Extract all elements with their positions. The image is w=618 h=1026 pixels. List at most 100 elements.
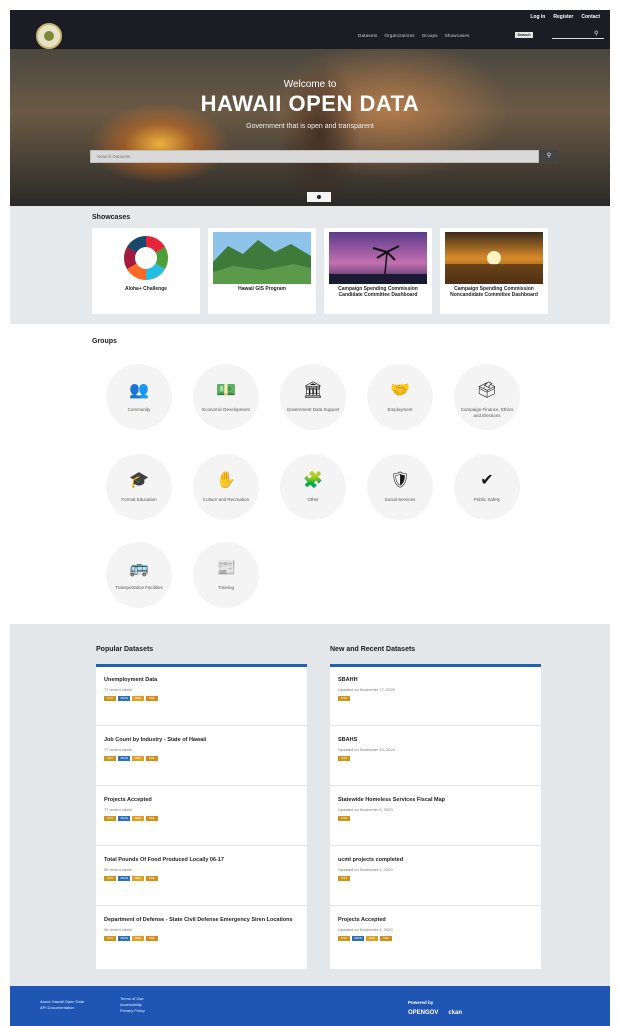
group-community[interactable]: 👥 Community <box>106 364 172 430</box>
format-badge[interactable]: JSON <box>118 876 130 881</box>
dataset-title[interactable]: Job Count by Industry - State of Hawaii <box>104 737 300 744</box>
dataset-item[interactable]: Total Pounds Of Food Produced Locally 06… <box>104 857 300 881</box>
group-campaign-finance[interactable]: 🗳 Campaign Finance, Ethics and Elections <box>454 364 520 430</box>
format-badge[interactable]: CSV <box>104 816 116 821</box>
nav-search-button[interactable]: Search <box>515 32 533 38</box>
format-badge[interactable]: RDF <box>366 936 378 941</box>
aloha-challenge-image <box>97 232 195 284</box>
dataset-item[interactable]: Statewide Homeless Services Fiscal Map U… <box>338 797 534 821</box>
ckan-logo[interactable]: ckan <box>448 1010 462 1016</box>
group-other[interactable]: 🧩 Other <box>280 454 346 520</box>
campaign-noncandidate-image <box>445 232 543 284</box>
showcase-card[interactable]: Campaign Spending Commission Noncandidat… <box>440 228 548 314</box>
divider <box>96 845 307 846</box>
format-badge[interactable]: RDF <box>132 816 144 821</box>
format-badge[interactable]: CSV <box>338 696 350 701</box>
dataset-item[interactable]: Projects Accepted 77 recent views CSV JS… <box>104 797 300 821</box>
dataset-title[interactable]: Projects Accepted <box>338 917 534 924</box>
dataset-title[interactable]: SBAHS <box>338 737 534 744</box>
dataset-title[interactable]: Total Pounds Of Food Produced Locally 06… <box>104 857 300 864</box>
dataset-title[interactable]: Statewide Homeless Services Fiscal Map <box>338 797 534 804</box>
dataset-title[interactable]: SBAHH <box>338 677 534 684</box>
footer-link[interactable]: API Documentation <box>40 1005 84 1011</box>
hero-subtitle: Government that is open and transparent <box>246 123 374 130</box>
format-badge[interactable]: XML <box>380 936 392 941</box>
format-badge[interactable]: XML <box>146 936 158 941</box>
footer-links-about: About Hawaii Open Data API Documentation <box>40 999 84 1011</box>
dataset-title[interactable]: Projects Accepted <box>104 797 300 804</box>
dataset-item[interactable]: Job Count by Industry - State of Hawaii … <box>104 737 300 761</box>
register-link[interactable]: Register <box>553 14 573 20</box>
contact-link[interactable]: Contact <box>581 14 600 20</box>
showcase-label: Aloha+ Challenge <box>124 286 168 292</box>
divider <box>330 725 541 726</box>
format-badge[interactable]: RDF <box>132 756 144 761</box>
group-economic-development[interactable]: 💵 Economic Development <box>193 364 259 430</box>
format-badge[interactable]: JSON <box>118 816 130 821</box>
format-badge[interactable]: CSV <box>104 876 116 881</box>
login-link[interactable]: Log in <box>530 14 545 20</box>
group-training[interactable]: 📰 Training <box>193 542 259 608</box>
format-badge[interactable]: CSV <box>338 816 350 821</box>
dataset-item[interactable]: ucmt projects completed Updated on Novem… <box>338 857 534 881</box>
nav-organizations[interactable]: Organizations <box>384 33 414 38</box>
format-badge[interactable]: CSV <box>104 936 116 941</box>
showcase-card[interactable]: Hawaii GIS Program <box>208 228 316 314</box>
nav-showcases[interactable]: Showcases <box>445 33 470 38</box>
format-badge[interactable]: CSV <box>338 756 350 761</box>
dataset-search-input[interactable]: Search Datasets <box>90 150 539 163</box>
recent-datasets-heading: New and Recent Datasets <box>330 646 416 653</box>
people-icon: 👥 <box>129 382 149 399</box>
divider <box>96 785 307 786</box>
format-badge[interactable]: RDF <box>132 696 144 701</box>
dataset-title[interactable]: Unemployment Data <box>104 677 300 684</box>
search-icon[interactable]: ⚲ <box>594 30 598 37</box>
format-badge[interactable]: XML <box>146 876 158 881</box>
group-social-services[interactable]: 🛡 Social Services <box>367 454 433 520</box>
format-badge[interactable]: RDF <box>132 936 144 941</box>
format-badge[interactable]: JSON <box>118 696 130 701</box>
group-label: Social Services <box>384 497 416 502</box>
nav-groups[interactable]: Groups <box>422 33 438 38</box>
format-badge[interactable]: RDF <box>132 876 144 881</box>
dataset-item[interactable]: SBAHS Updated on November 10, 2020 CSV <box>338 737 534 761</box>
divider <box>96 725 307 726</box>
dataset-title[interactable]: ucmt projects completed <box>338 857 534 864</box>
group-culture-recreation[interactable]: ✋ Culture and Recreation <box>193 454 259 520</box>
dataset-views: 56 recent views <box>104 867 132 872</box>
group-transportation-facilities[interactable]: 🚌 Transportation Facilities <box>106 542 172 608</box>
dataset-search-button[interactable]: ⚲ <box>540 150 558 163</box>
group-formal-education[interactable]: 🎓 Formal Education <box>106 454 172 520</box>
dataset-item[interactable]: Projects Accepted Updated on November 4,… <box>338 917 534 941</box>
showcase-card[interactable]: Aloha+ Challenge <box>92 228 200 314</box>
state-seal-logo[interactable] <box>36 23 62 49</box>
showcase-card[interactable]: Campaign Spending Commission Candidate C… <box>324 228 432 314</box>
hawaii-gis-image <box>213 232 311 284</box>
group-public-safety[interactable]: ✔ Public Safety <box>454 454 520 520</box>
format-badge[interactable]: CSV <box>338 876 350 881</box>
showcase-label: Campaign Spending Commission Candidate C… <box>338 286 418 298</box>
format-badge[interactable]: JSON <box>118 936 130 941</box>
group-employment[interactable]: 🤝 Employment <box>367 364 433 430</box>
account-links: Log in Register Contact <box>530 14 600 20</box>
format-badge[interactable]: JSON <box>118 756 130 761</box>
format-badge[interactable]: XML <box>146 816 158 821</box>
dataset-item[interactable]: Department of Defense - State Civil Defe… <box>104 917 300 941</box>
footer-link[interactable]: Privacy Policy <box>120 1008 145 1014</box>
bus-icon: 🚌 <box>129 560 149 577</box>
carousel-indicator[interactable] <box>307 192 331 202</box>
nav-search-input[interactable] <box>552 38 604 39</box>
format-badge[interactable]: CSV <box>338 936 350 941</box>
dataset-item[interactable]: SBAHH Updated on November 17, 2020 CSV <box>338 677 534 701</box>
format-badges: CSV JSON RDF XML <box>104 876 300 881</box>
dataset-title[interactable]: Department of Defense - State Civil Defe… <box>104 917 300 924</box>
format-badge[interactable]: CSV <box>104 756 116 761</box>
dataset-item[interactable]: Unemployment Data 77 recent views CSV JS… <box>104 677 300 701</box>
format-badge[interactable]: JSON <box>352 936 364 941</box>
group-government-data-support[interactable]: 🏛 Government Data Support <box>280 364 346 430</box>
opengov-logo[interactable]: OPENGOV <box>408 1010 438 1016</box>
nav-datasets[interactable]: Datasets <box>358 33 377 38</box>
format-badge[interactable]: CSV <box>104 696 116 701</box>
format-badge[interactable]: XML <box>146 696 158 701</box>
format-badge[interactable]: XML <box>146 756 158 761</box>
